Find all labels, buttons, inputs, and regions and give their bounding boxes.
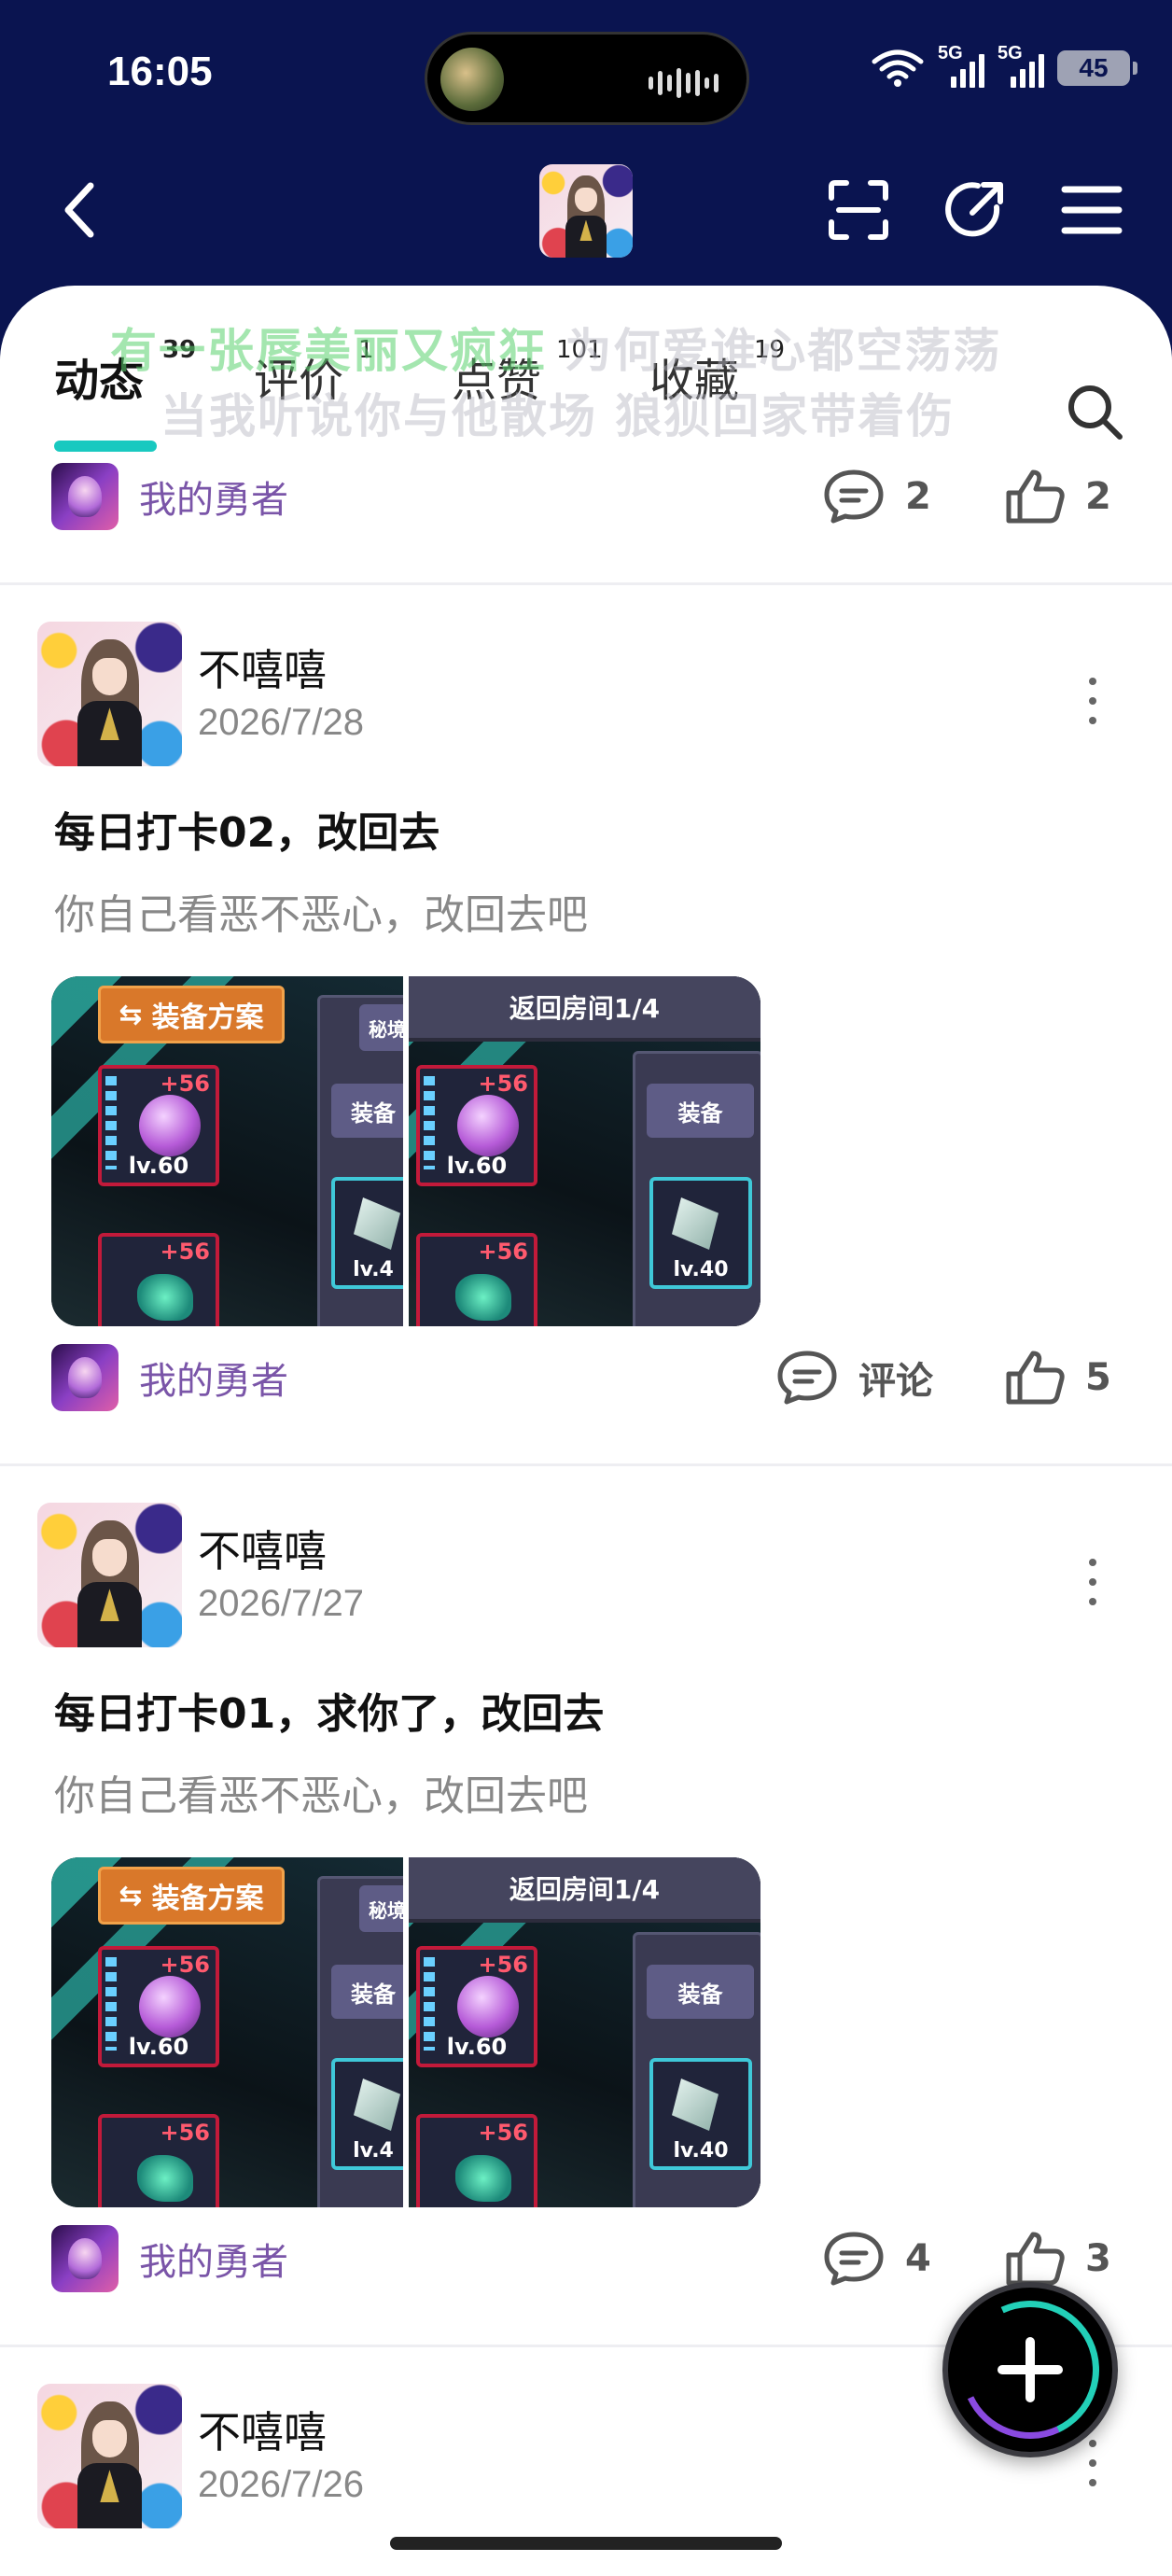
create-post-button[interactable] (942, 2282, 1118, 2457)
comment-icon (777, 1351, 837, 1405)
tab-count: 39 (162, 336, 197, 364)
status-bar: 16:05 5G 5G 45 (0, 0, 1172, 159)
system-icons: 5G 5G 45 (871, 43, 1137, 88)
tab-dynamics[interactable]: 动态 39 (54, 336, 196, 409)
equipment-slot: +56 lv.60 (416, 1946, 537, 2067)
game-banner: 返回房间1/4 (409, 976, 760, 1042)
scan-icon (829, 180, 888, 240)
tab-bar: 动态 39 评价 1 点赞 101 收藏 19 (0, 323, 1172, 452)
thumbs-up-icon (1006, 469, 1065, 524)
now-playing-artwork (440, 48, 504, 111)
post-date: 2026/7/28 (198, 702, 364, 743)
post-date: 2026/7/27 (198, 1583, 364, 1624)
game-banner: 返回房间1/4 (409, 1857, 760, 1923)
equipment-slot: lv.4 (331, 1177, 403, 1289)
guild-tag[interactable]: 我的勇者 (51, 1344, 288, 1411)
post-images: ⇆ 装备方案 秘境 装备 +56 lv.60 +56 lv.4 返回房间1/4 … (51, 976, 760, 1326)
thumbs-up-icon (1006, 2232, 1065, 2286)
tab-active-indicator (54, 441, 157, 452)
post-title: 每日打卡01，求你了，改回去 (54, 1690, 605, 1738)
dynamic-island[interactable] (425, 32, 749, 125)
author-avatar[interactable] (37, 2384, 182, 2528)
equipment-slot: +56 lv.60 (98, 1065, 219, 1186)
post-footer: 我的勇者 评论 5 (0, 1344, 1172, 1428)
thumbs-up-icon (1006, 1351, 1065, 1405)
tab-count: 101 (556, 336, 603, 364)
post-footer: 我的勇者 2 2 (0, 463, 1172, 547)
equipment-slot: +56 (416, 2114, 537, 2207)
post-image[interactable]: 返回房间1/4 装备 +56 lv.60 +56 lv.40 (409, 1857, 760, 2207)
author-name[interactable]: 不嘻嘻 (198, 1518, 327, 1579)
tab-reviews[interactable]: 评价 1 (254, 336, 374, 409)
menu-icon (1061, 186, 1123, 234)
guild-icon (51, 2225, 119, 2292)
post-card[interactable]: 不嘻嘻 2026/7/28 每日打卡02，改回去 你自己看恶不恶心，改回去吧 ⇆… (0, 622, 1172, 1326)
equipment-slot: +56 (98, 2114, 219, 2207)
plus-icon (998, 2337, 1063, 2402)
equipment-slot: lv.40 (649, 1177, 752, 1289)
content-sheet: 动态 39 评价 1 点赞 101 收藏 19 有一张唇美丽又疯狂 为何爱谁心都空荡荡 … (0, 286, 1172, 2576)
wifi-icon (872, 49, 924, 87)
author-avatar[interactable] (37, 622, 182, 766)
more-options-icon[interactable] (1079, 668, 1107, 734)
tab-count: 1 (358, 336, 374, 364)
author-name[interactable]: 不嘻嘻 (198, 2399, 327, 2460)
home-indicator[interactable] (390, 2537, 782, 2550)
tab-count: 19 (754, 336, 786, 364)
post-image[interactable]: ⇆ 装备方案 秘境 装备 +56 lv.60 +56 lv.4 (51, 1857, 403, 2207)
status-time: 16:05 (107, 49, 213, 94)
tab-likes[interactable]: 点赞 101 (452, 336, 603, 409)
equipment-slot: lv.40 (649, 2058, 752, 2170)
battery-level: 45 (1079, 53, 1109, 82)
post-body: 你自己看恶不恶心，改回去吧 (54, 1772, 588, 1820)
post-body: 你自己看恶不恶心，改回去吧 (54, 891, 588, 939)
comment-button[interactable]: 2 (821, 463, 931, 530)
post-images: ⇆ 装备方案 秘境 装备 +56 lv.60 +56 lv.4 返回房间1/4 … (51, 1857, 760, 2207)
post-image[interactable]: 返回房间1/4 装备 +56 lv.60 +56 lv.40 (409, 976, 760, 1326)
game-button: ⇆ 装备方案 (98, 1867, 285, 1925)
search-icon[interactable] (1062, 379, 1127, 444)
cellular-signal-icon: 5G (938, 43, 984, 88)
battery-icon: 45 (1057, 50, 1137, 86)
audio-wave-icon (649, 68, 719, 98)
guild-icon (51, 1344, 119, 1411)
share-icon (945, 182, 1003, 237)
equipment-slot: +56 lv.60 (416, 1065, 537, 1186)
comment-button[interactable]: 评论 (774, 1344, 933, 1411)
equipment-slot: lv.4 (331, 2058, 403, 2170)
back-button[interactable] (37, 159, 121, 261)
comment-button[interactable]: 4 (821, 2225, 931, 2292)
profile-avatar[interactable] (539, 164, 633, 258)
share-button[interactable] (933, 159, 1017, 261)
comment-icon (824, 2232, 884, 2286)
post-title: 每日打卡02，改回去 (54, 809, 440, 857)
game-button: ⇆ 装备方案 (98, 986, 285, 1043)
top-nav (0, 159, 1172, 289)
post-image[interactable]: ⇆ 装备方案 秘境 装备 +56 lv.60 +56 lv.4 (51, 976, 403, 1326)
more-options-icon[interactable] (1079, 2430, 1107, 2496)
post-date: 2026/7/26 (198, 2464, 364, 2505)
equipment-slot: +56 (98, 1233, 219, 1326)
menu-button[interactable] (1050, 159, 1134, 261)
back-icon (64, 182, 94, 238)
post-card[interactable]: 不嘻嘻 2026/7/27 每日打卡01，求你了，改回去 你自己看恶不恶心，改回… (0, 1503, 1172, 2207)
like-button[interactable]: 5 (1003, 1344, 1111, 1411)
equipment-slot: +56 (416, 1233, 537, 1326)
tab-favorites[interactable]: 收藏 19 (649, 336, 785, 409)
guild-tag[interactable]: 我的勇者 (51, 2225, 288, 2292)
cellular-signal-icon-2: 5G (998, 43, 1044, 88)
divider (0, 582, 1172, 585)
scan-button[interactable] (816, 159, 900, 261)
more-options-icon[interactable] (1079, 1549, 1107, 1615)
guild-tag[interactable]: 我的勇者 (51, 463, 288, 530)
author-name[interactable]: 不嘻嘻 (198, 637, 327, 698)
comment-icon (824, 469, 884, 524)
divider (0, 1463, 1172, 1466)
guild-icon (51, 463, 119, 530)
equipment-slot: +56 lv.60 (98, 1946, 219, 2067)
like-button[interactable]: 2 (1003, 463, 1111, 530)
author-avatar[interactable] (37, 1503, 182, 1647)
